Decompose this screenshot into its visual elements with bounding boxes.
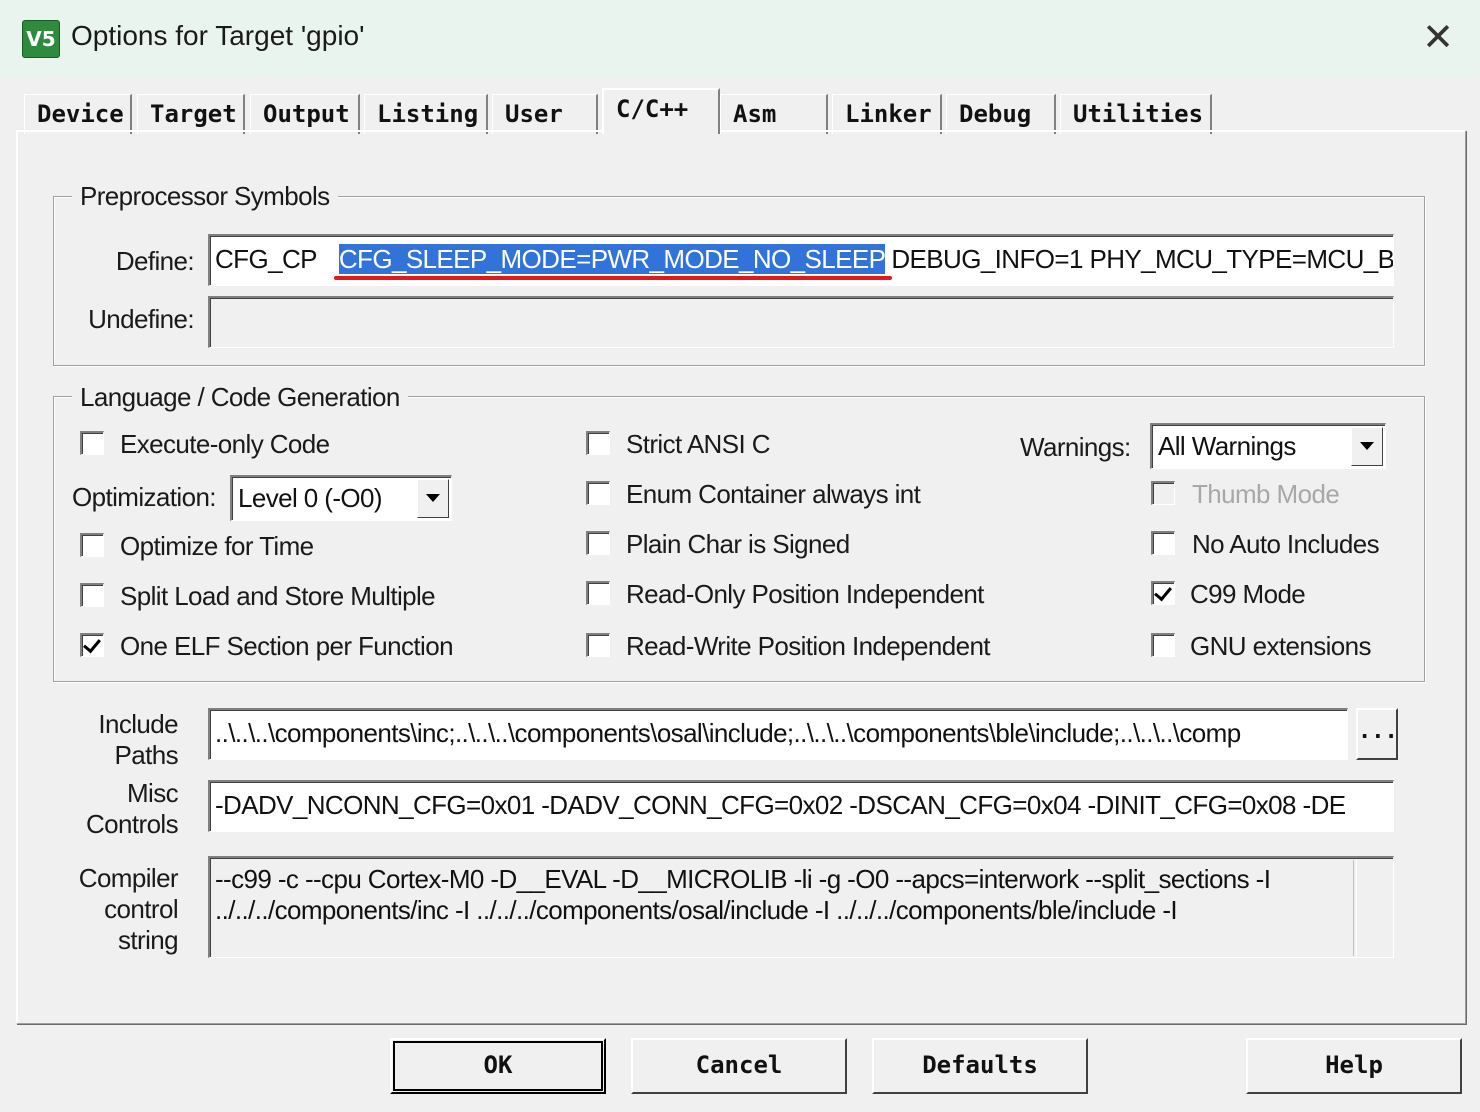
define-text-selected: CFG_SLEEP_MODE=PWR_MODE_NO_SLEEP	[338, 244, 886, 274]
thumb-mode-label: Thumb Mode	[1192, 479, 1340, 509]
browse-include-button[interactable]: ...	[1356, 708, 1398, 760]
chevron-down-icon	[1351, 427, 1383, 466]
ropi-checkbox[interactable]	[586, 581, 610, 605]
compiler-control-label-1: Compiler	[78, 863, 179, 893]
red-underline-annotation	[334, 276, 892, 280]
thumb-mode-checkbox	[1151, 481, 1175, 505]
misc-controls-label-1: Misc	[126, 778, 179, 808]
warnings-dropdown[interactable]: All Warnings	[1150, 423, 1386, 469]
optimization-dropdown[interactable]: Level 0 (-O0)	[230, 475, 452, 521]
tab-c-cpp[interactable]: C/C++	[602, 88, 720, 134]
tab-target[interactable]: Target	[137, 94, 245, 134]
tab-device[interactable]: Device	[24, 94, 132, 134]
strict-ansi-checkbox[interactable]	[586, 431, 610, 455]
compiler-control-line-2: ../../../components/inc -I ../../../comp…	[215, 895, 1178, 925]
rwpi-label: Read-Write Position Independent	[626, 631, 991, 661]
tab-debug[interactable]: Debug	[946, 94, 1056, 134]
include-paths-label-1: Include	[98, 709, 178, 739]
tab-asm[interactable]: Asm	[720, 94, 828, 134]
ropi-label: Read-Only Position Independent	[626, 579, 984, 609]
compiler-control-textarea: --c99 -c --cpu Cortex-M0 -D__EVAL -D__MI…	[208, 856, 1394, 958]
misc-controls-label-2: Controls	[85, 809, 179, 839]
misc-controls-input[interactable]: -DADV_NCONN_CFG=0x01 -DADV_CONN_CFG=0x02…	[208, 780, 1394, 832]
close-icon[interactable]: ✕	[1413, 14, 1463, 64]
warnings-value: All Warnings	[1158, 431, 1296, 461]
optimization-value: Level 0 (-O0)	[238, 483, 383, 513]
include-paths-label-2: Paths	[114, 740, 179, 770]
compiler-control-line-1: --c99 -c --cpu Cortex-M0 -D__EVAL -D__MI…	[215, 864, 1271, 894]
no-auto-includes-checkbox[interactable]	[1151, 531, 1175, 555]
strict-ansi-label: Strict ANSI C	[626, 429, 771, 459]
warnings-label: Warnings:	[1020, 432, 1131, 462]
no-auto-includes-label: No Auto Includes	[1192, 529, 1380, 559]
execute-only-checkbox[interactable]	[80, 431, 104, 455]
execute-only-label: Execute-only Code	[120, 429, 330, 459]
enum-container-checkbox[interactable]	[586, 481, 610, 505]
undefine-label: Undefine:	[88, 304, 195, 334]
split-load-label: Split Load and Store Multiple	[120, 581, 436, 611]
help-button[interactable]: Help	[1246, 1038, 1462, 1094]
window-title: Options for Target 'gpio'	[71, 20, 365, 51]
tab-listing[interactable]: Listing	[364, 94, 488, 134]
plain-char-checkbox[interactable]	[586, 531, 610, 555]
undefine-input[interactable]	[208, 296, 1394, 348]
c99-mode-label: C99 Mode	[1190, 579, 1306, 609]
include-paths-input[interactable]: ..\..\..\components\inc;..\..\..\compone…	[208, 708, 1348, 760]
keil-app-icon: V5	[22, 20, 60, 58]
define-label: Define:	[115, 246, 195, 276]
ok-button[interactable]: OK	[390, 1038, 606, 1094]
tab-user[interactable]: User	[492, 94, 598, 134]
cancel-button[interactable]: Cancel	[631, 1038, 847, 1094]
one-elf-checkbox[interactable]	[80, 633, 104, 657]
one-elf-label: One ELF Section per Function	[120, 631, 454, 661]
language-legend: Language / Code Generation	[72, 382, 408, 413]
tab-linker[interactable]: Linker	[832, 94, 942, 134]
tab-utilities[interactable]: Utilities	[1060, 94, 1212, 134]
tab-output[interactable]: Output	[250, 94, 360, 134]
plain-char-label: Plain Char is Signed	[626, 529, 850, 559]
textarea-scrollbar-divider	[1353, 860, 1357, 956]
compiler-control-label-2: control	[104, 894, 178, 924]
define-text-before: CFG_CP	[215, 244, 317, 274]
preprocessor-legend: Preprocessor Symbols	[72, 181, 338, 212]
split-load-checkbox[interactable]	[80, 583, 104, 607]
optimization-label: Optimization:	[72, 482, 217, 512]
compiler-control-label-3: string	[118, 925, 179, 955]
gnu-extensions-label: GNU extensions	[1190, 631, 1372, 661]
define-text-after: DEBUG_INFO=1 PHY_MCU_TYPE=MCU_B	[891, 244, 1394, 274]
defaults-button[interactable]: Defaults	[872, 1038, 1088, 1094]
rwpi-checkbox[interactable]	[586, 633, 610, 657]
optimize-time-checkbox[interactable]	[80, 533, 104, 557]
c99-mode-checkbox[interactable]	[1151, 581, 1175, 605]
chevron-down-icon	[417, 479, 449, 518]
gnu-extensions-checkbox[interactable]	[1151, 633, 1175, 657]
enum-container-label: Enum Container always int	[626, 479, 921, 509]
optimize-time-label: Optimize for Time	[120, 531, 314, 561]
